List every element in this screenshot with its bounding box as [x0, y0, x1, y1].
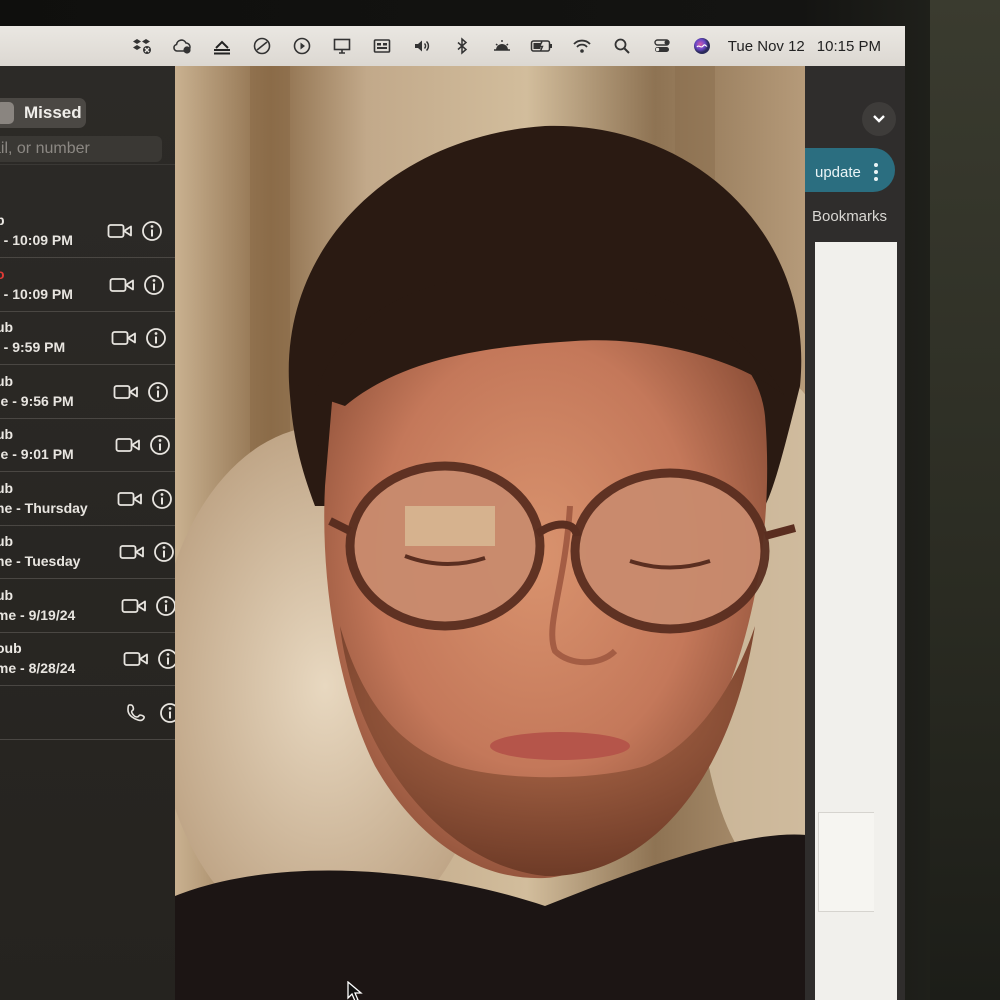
call-row[interactable]: oub ime - 8/28/24 — [0, 634, 190, 686]
background-wall — [930, 0, 1000, 1000]
cloud-sync-icon[interactable] — [162, 26, 202, 66]
segment-all-button[interactable] — [0, 102, 14, 124]
call-row[interactable]: ub me - Tuesday — [0, 527, 190, 579]
call-detail: ime - 9/19/24 — [0, 606, 76, 623]
call-contact-name: b — [0, 212, 5, 228]
call-contact-name: ub — [0, 319, 14, 335]
call-row-actions — [119, 541, 175, 563]
info-icon[interactable] — [149, 434, 171, 456]
more-options-icon[interactable] — [872, 162, 880, 182]
phone-icon[interactable] — [125, 703, 151, 723]
screen-share-icon[interactable] — [362, 26, 402, 66]
caller-video-image — [175, 66, 815, 1000]
chevron-down-icon — [873, 115, 885, 123]
menu-bar: Tue Nov 12 10:15 PM — [0, 26, 905, 66]
chevron-down-button[interactable] — [862, 102, 896, 136]
screen: Tue Nov 12 10:15 PM Missed ail, or numbe… — [0, 26, 905, 1000]
call-row-actions — [117, 488, 173, 510]
menu-bar-date[interactable]: Tue Nov 12 — [722, 38, 811, 55]
call-contact-name: oub — [0, 640, 22, 656]
video-icon[interactable] — [111, 328, 137, 348]
call-row-actions — [123, 648, 179, 670]
update-label: update — [815, 164, 861, 181]
bookmarks-link[interactable]: Bookmarks — [812, 208, 887, 225]
call-row-actions — [121, 595, 177, 617]
call-row-actions — [107, 220, 163, 242]
info-icon[interactable] — [151, 488, 173, 510]
call-row[interactable]: ub me - Thursday — [0, 474, 190, 526]
brightness-icon[interactable] — [482, 26, 522, 66]
video-icon[interactable] — [119, 542, 145, 562]
call-row[interactable]: ub e - 9:59 PM — [0, 313, 190, 365]
search-placeholder: ail, or number — [0, 140, 90, 157]
call-row[interactable] — [0, 688, 190, 740]
call-contact-name: ub — [0, 372, 14, 389]
display-icon[interactable] — [322, 26, 362, 66]
info-icon[interactable] — [153, 541, 175, 563]
call-contact-name: ub — [0, 533, 14, 549]
call-detail: e - 9:59 PM — [0, 339, 66, 355]
call-detail: ne - 9:01 PM — [0, 446, 74, 462]
info-icon[interactable] — [147, 381, 169, 403]
mouse-cursor-icon — [347, 981, 363, 1000]
web-content-panel — [818, 812, 874, 912]
call-contact-name: o — [0, 265, 5, 282]
video-icon[interactable] — [107, 221, 133, 241]
call-contact-name: ub — [0, 426, 14, 442]
video-feed — [175, 66, 815, 1000]
siri-icon[interactable] — [682, 26, 722, 66]
call-contact-name: ub — [0, 479, 14, 496]
call-row[interactable]: b e - 10:09 PM — [0, 206, 190, 258]
segment-missed-button[interactable]: Missed — [18, 102, 88, 124]
call-detail: me - Tuesday — [0, 553, 81, 569]
call-detail: ne - 9:56 PM — [0, 392, 74, 409]
info-icon[interactable] — [141, 220, 163, 242]
call-row-actions — [115, 434, 171, 456]
call-row[interactable]: ub ne - 9:56 PM — [0, 367, 190, 419]
call-row-actions — [111, 327, 167, 349]
info-icon[interactable] — [155, 595, 177, 617]
call-row-actions — [109, 274, 165, 296]
facetime-sidebar: Missed ail, or number b e - 10:09 PM o e - … — [0, 66, 200, 1000]
info-icon[interactable] — [145, 327, 167, 349]
call-row-actions — [113, 381, 169, 403]
call-row[interactable]: ub ime - 9/19/24 — [0, 581, 190, 633]
battery-charging-icon[interactable] — [522, 26, 562, 66]
video-icon[interactable] — [117, 489, 143, 509]
search-icon[interactable] — [602, 26, 642, 66]
call-detail: me - Thursday — [0, 499, 88, 516]
dropbox-icon[interactable] — [122, 26, 162, 66]
menu-bar-time[interactable]: 10:15 PM — [811, 38, 887, 55]
video-icon[interactable] — [109, 275, 135, 295]
volume-icon[interactable] — [402, 26, 442, 66]
info-icon[interactable] — [143, 274, 165, 296]
call-detail: ime - 8/28/24 — [0, 660, 76, 676]
call-row[interactable]: o e - 10:09 PM — [0, 260, 190, 312]
play-circle-icon[interactable] — [282, 26, 322, 66]
call-row[interactable]: ub ne - 9:01 PM — [0, 420, 190, 472]
do-not-disturb-icon[interactable] — [242, 26, 282, 66]
video-icon[interactable] — [123, 649, 149, 669]
bluetooth-icon[interactable] — [442, 26, 482, 66]
control-center-icon[interactable] — [642, 26, 682, 66]
wifi-icon[interactable] — [562, 26, 602, 66]
video-icon[interactable] — [121, 596, 147, 616]
call-detail: e - 10:09 PM — [0, 285, 73, 302]
call-detail: e - 10:09 PM — [0, 232, 73, 248]
divider — [0, 164, 200, 165]
call-row-actions — [125, 702, 181, 724]
video-icon[interactable] — [113, 382, 139, 402]
call-contact-name: ub — [0, 586, 14, 603]
menu-app-icon[interactable] — [202, 26, 242, 66]
video-icon[interactable] — [115, 435, 141, 455]
